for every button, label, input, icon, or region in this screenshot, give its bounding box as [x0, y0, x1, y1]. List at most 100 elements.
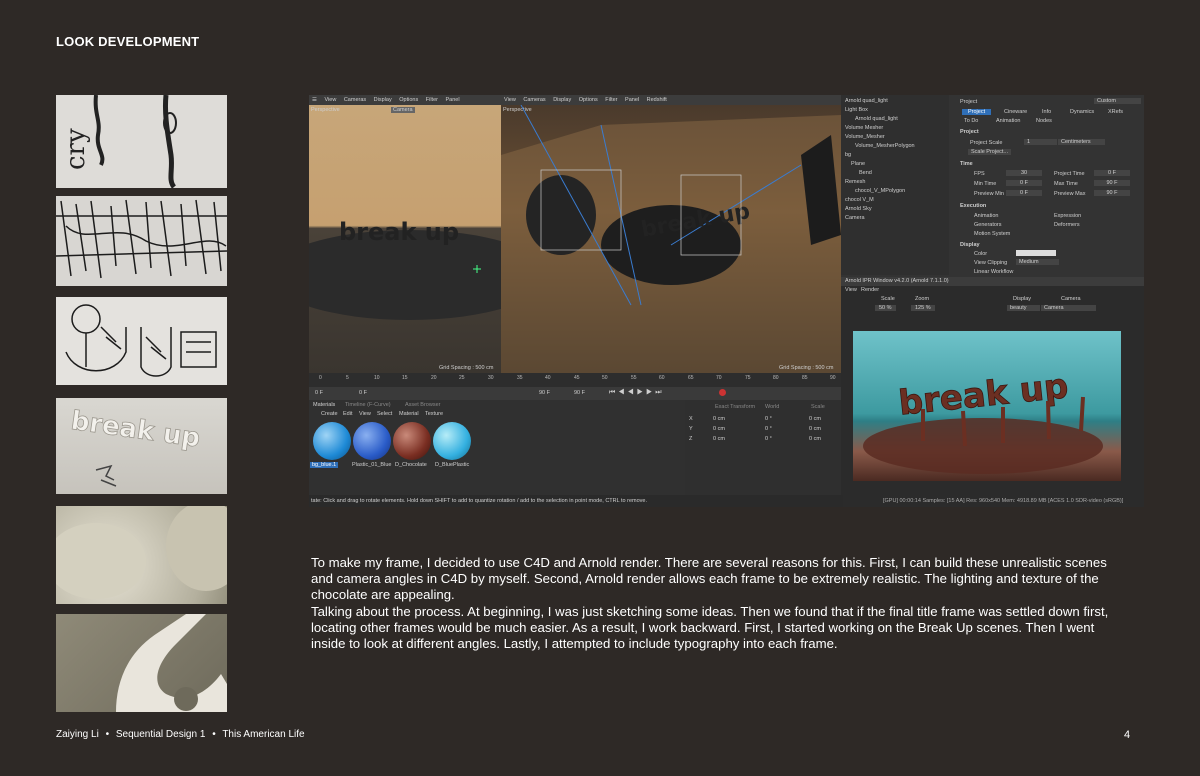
display-dropdown[interactable]: beauty [1007, 305, 1040, 311]
mode-dropdown[interactable]: Custom [1094, 98, 1141, 104]
material-swatch[interactable] [393, 422, 431, 460]
menu-panel[interactable]: Panel [446, 97, 460, 103]
coord-value[interactable]: 0 cm [713, 426, 725, 432]
playback-controls[interactable]: ⏮◀◀▶▶⏭ [609, 389, 665, 397]
material-name[interactable]: D_Chocolate [395, 462, 427, 468]
coord-value[interactable]: 0 cm [713, 416, 725, 422]
min-time-input[interactable]: 0 F [1006, 180, 1042, 186]
ipr-status: [GPU] 00:00:14 Samples: [15 AA] Res: 960… [883, 498, 1124, 504]
tree-item[interactable]: Arnold quad_light [841, 97, 949, 106]
mat-menu-texture[interactable]: Texture [425, 411, 443, 417]
coord-header: Exact Transform [715, 404, 756, 410]
frame-end-field[interactable]: 90 F [539, 390, 550, 396]
mat-menu-edit[interactable]: Edit [343, 411, 352, 417]
tree-item[interactable]: Volume Mesher [841, 124, 949, 133]
generators-label: Generators [974, 222, 1002, 228]
frame-current-field[interactable]: 0 F [359, 390, 367, 396]
project-scale-input[interactable]: 1 [1024, 139, 1057, 145]
tree-item[interactable]: chocol V_M [841, 196, 949, 205]
fps-input[interactable]: 30 [1006, 170, 1042, 176]
coord-value[interactable]: 0 cm [809, 436, 821, 442]
subtab-todo[interactable]: To Do [964, 118, 978, 124]
camera-dropdown[interactable]: Camera [1041, 305, 1096, 311]
tree-item[interactable]: Arnold Sky [841, 205, 949, 214]
preview-max-input[interactable]: 90 F [1094, 190, 1130, 196]
menu-options[interactable]: Options [399, 97, 418, 103]
subtab-animation[interactable]: Animation [996, 118, 1020, 124]
material-name[interactable]: bg_blue.1 [310, 462, 339, 468]
subtab-nodes[interactable]: Nodes [1036, 118, 1052, 124]
menu-redshift[interactable]: Redshift [647, 97, 667, 103]
coord-value[interactable]: 0 ° [765, 436, 772, 442]
frame-start-field[interactable]: 0 F [315, 390, 323, 396]
tab-materials[interactable]: Materials [313, 402, 335, 408]
timeline-tick: 70 [716, 375, 722, 381]
menu-filter[interactable]: Filter [426, 97, 438, 103]
project-scale-label: Project Scale [970, 140, 1003, 146]
material-swatch[interactable] [313, 422, 351, 460]
tree-item[interactable]: Arnold quad_light [841, 115, 949, 124]
mat-menu-select[interactable]: Select [377, 411, 392, 417]
material-swatch[interactable] [353, 422, 391, 460]
tree-item[interactable]: Volume_Mesher [841, 133, 949, 142]
menu-view[interactable]: View [504, 97, 516, 103]
tree-item[interactable]: Volume_MesherPolygon [841, 142, 949, 151]
project-time-input[interactable]: 0 F [1094, 170, 1130, 176]
tab-info[interactable]: Info [1042, 109, 1051, 115]
tab-dynamics[interactable]: Dynamics [1070, 109, 1094, 115]
material-swatch[interactable] [433, 422, 471, 460]
timeline[interactable]: 0 5 10 15 20 25 30 35 40 45 50 55 60 65 … [309, 373, 841, 387]
menu-filter[interactable]: Filter [605, 97, 617, 103]
zoom-input[interactable]: 125 % [911, 305, 935, 311]
tab-asset-browser[interactable]: Asset Browser [405, 402, 440, 408]
menu-view[interactable]: View [324, 97, 336, 103]
main-viewport[interactable]: Perspective break up Grid Spacing : 500 … [501, 105, 841, 373]
tree-item[interactable]: Light Box [841, 106, 949, 115]
tab-project[interactable]: Project [962, 109, 992, 115]
hamburger-icon[interactable]: ☰ [312, 97, 317, 103]
menu-cameras[interactable]: Cameras [344, 97, 366, 103]
sketch-thumbnail-3 [56, 297, 227, 385]
tab-xrefs[interactable]: XRefs [1108, 109, 1123, 115]
tree-item[interactable]: Camera [841, 214, 949, 223]
tree-item[interactable]: Plane [841, 160, 949, 169]
project-scale-unit[interactable]: Centimeters [1058, 139, 1105, 145]
scale-project-button[interactable]: Scale Project... [968, 149, 1011, 155]
deformers-label: Deformers [1054, 222, 1080, 228]
tab-timeline[interactable]: Timeline (F-Curve) [345, 402, 391, 408]
tree-item[interactable]: chocol_V_MPolygon [841, 187, 949, 196]
material-name[interactable]: D_BluePlastic [435, 462, 469, 468]
ipr-menu-render[interactable]: Render [861, 287, 879, 293]
render-drawing [56, 506, 227, 599]
view-clipping-dropdown[interactable]: Medium [1016, 259, 1059, 265]
coord-value[interactable]: 0 cm [713, 436, 725, 442]
tree-item[interactable]: Remesh [841, 178, 949, 187]
tab-cineware[interactable]: Cineware [1004, 109, 1027, 115]
mat-menu-material[interactable]: Material [399, 411, 419, 417]
record-icon[interactable] [719, 389, 726, 396]
left-viewport[interactable]: Perspective Camera break up Grid Spacing… [309, 105, 501, 373]
project-time-label: Project Time [1054, 171, 1085, 177]
tree-item[interactable]: Bend [841, 169, 949, 178]
tree-item[interactable]: bg [841, 151, 949, 160]
material-name[interactable]: Plastic_01_Blue [352, 462, 391, 468]
max-time-input[interactable]: 90 F [1094, 180, 1130, 186]
menu-display[interactable]: Display [553, 97, 571, 103]
scale-input[interactable]: 50 % [875, 305, 896, 311]
coord-value[interactable]: 0 ° [765, 416, 772, 422]
coord-value[interactable]: 0 ° [765, 426, 772, 432]
timeline-tick: 20 [431, 375, 437, 381]
menu-display[interactable]: Display [374, 97, 392, 103]
camera-label: Camera [1061, 296, 1081, 302]
ipr-menu-view[interactable]: View [845, 287, 857, 293]
coord-value[interactable]: 0 cm [809, 416, 821, 422]
menu-cameras[interactable]: Cameras [523, 97, 545, 103]
menu-options[interactable]: Options [579, 97, 598, 103]
menu-panel[interactable]: Panel [625, 97, 639, 103]
color-swatch[interactable] [1016, 250, 1056, 256]
mat-menu-create[interactable]: Create [321, 411, 338, 417]
preview-min-input[interactable]: 0 F [1006, 190, 1042, 196]
frame-max-field[interactable]: 90 F [574, 390, 585, 396]
mat-menu-view[interactable]: View [359, 411, 371, 417]
coord-value[interactable]: 0 cm [809, 426, 821, 432]
